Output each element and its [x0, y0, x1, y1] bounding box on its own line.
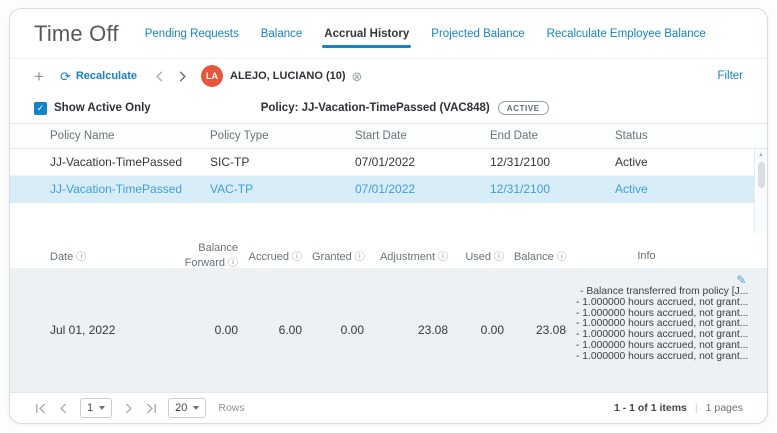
- vertical-scrollbar[interactable]: ▲: [754, 149, 767, 233]
- column-status: Status: [615, 130, 648, 142]
- info-icon[interactable]: ⓘ: [292, 252, 302, 263]
- tab-balance[interactable]: Balance: [261, 28, 303, 40]
- filter-button[interactable]: Filter: [717, 70, 743, 82]
- policy-name-cell: JJ-Vacation-TimePassed: [50, 182, 183, 196]
- status-cell: Active: [615, 182, 648, 196]
- date-cell: Jul 01, 2022: [50, 323, 116, 337]
- policy-label: Policy: JJ-Vacation-TimePassed (VAC848): [260, 102, 490, 114]
- scrollbar-thumb[interactable]: [757, 162, 765, 188]
- info-line: - 1.000000 hours accrued, not grant...: [576, 350, 749, 362]
- column-date: Date ⓘ: [50, 251, 87, 263]
- info-line: - 1.000000 hours accrued, not grant...: [576, 296, 749, 308]
- end-date-cell: 12/31/2100: [490, 155, 551, 169]
- info-icon[interactable]: ⓘ: [494, 252, 504, 263]
- summary-separator: |: [694, 402, 698, 414]
- tab-accrual-history[interactable]: Accrual History: [322, 28, 412, 48]
- used-cell: 0.00: [480, 323, 504, 337]
- last-page-icon[interactable]: [145, 402, 158, 415]
- policy-type-cell: VAC-TP: [210, 182, 254, 196]
- chevron-right-icon[interactable]: [176, 70, 189, 83]
- recalculate-label: Recalculate: [75, 70, 137, 82]
- pagination-bar: 1 20 Rows 1 - 1 of 1 items | 1 pages: [10, 392, 767, 423]
- column-balance: Balance ⓘ: [514, 251, 567, 263]
- start-date-cell: 07/01/2022: [355, 182, 416, 196]
- avatar: LA: [201, 65, 223, 87]
- tab-projected-balance[interactable]: Projected Balance: [431, 28, 524, 40]
- info-icon[interactable]: ⓘ: [355, 252, 365, 263]
- chevron-down-icon: [193, 406, 200, 410]
- balance-cell: 23.08: [535, 323, 566, 337]
- next-page-icon[interactable]: [122, 402, 135, 415]
- info-icon[interactable]: ⓘ: [438, 252, 448, 263]
- recalculate-button[interactable]: ⟳ Recalculate: [60, 70, 137, 83]
- status-cell: Active: [615, 155, 648, 169]
- column-balance-forward: Balance Forward ⓘ: [184, 242, 238, 269]
- tab-bar: Pending Requests Balance Accrual History…: [145, 28, 706, 48]
- employee-nav: [153, 70, 189, 83]
- add-icon[interactable]: +: [34, 68, 44, 85]
- scroll-up-icon[interactable]: ▲: [758, 149, 764, 158]
- active-status-badge: ACTIVE: [497, 101, 549, 115]
- pagination-summary: 1 - 1 of 1 items | 1 pages: [614, 402, 743, 414]
- page-select-value: 1: [87, 402, 94, 414]
- remove-employee-icon[interactable]: ⊗: [352, 70, 363, 83]
- info-cell: ✎ - Balance transferred from policy [J..…: [576, 268, 767, 392]
- chevron-left-icon[interactable]: [153, 70, 166, 83]
- policy-name-cell: JJ-Vacation-TimePassed: [50, 155, 183, 169]
- column-end-date: End Date: [490, 130, 538, 142]
- pages-count: 1 pages: [705, 402, 743, 414]
- column-info: Info: [637, 249, 656, 262]
- column-start-date: Start Date: [355, 130, 407, 142]
- info-icon[interactable]: ⓘ: [557, 252, 567, 263]
- show-active-label: Show Active Only: [54, 102, 151, 114]
- previous-page-icon[interactable]: [57, 402, 70, 415]
- toolbar: + ⟳ Recalculate LA ALEJO, LUCIANO (10) ⊗…: [10, 59, 767, 93]
- table-row[interactable]: JJ-Vacation-TimePassed SIC-TP 07/01/2022…: [10, 149, 767, 176]
- adjustment-cell: 23.08: [417, 323, 448, 337]
- items-count: 1 - 1 of 1 items: [613, 402, 687, 414]
- policy-table-body: JJ-Vacation-TimePassed SIC-TP 07/01/2022…: [10, 149, 767, 233]
- time-off-panel: Time Off Pending Requests Balance Accrua…: [9, 8, 768, 424]
- show-active-checkbox[interactable]: ✓: [34, 101, 47, 115]
- refresh-icon: ⟳: [59, 68, 71, 84]
- page-size-value: 20: [175, 402, 188, 414]
- table-row-selected[interactable]: JJ-Vacation-TimePassed VAC-TP 07/01/2022…: [10, 176, 767, 203]
- column-granted: Granted ⓘ: [312, 251, 365, 263]
- balance-forward-cell: 0.00: [214, 323, 238, 337]
- info-icon[interactable]: ⓘ: [76, 252, 86, 263]
- accrued-cell: 6.00: [278, 323, 302, 337]
- tab-pending-requests[interactable]: Pending Requests: [145, 28, 239, 40]
- check-icon: ✓: [36, 102, 45, 113]
- accrual-table-header: Date ⓘ Balance Forward ⓘ Accrued ⓘ Granted ⓘ…: [10, 242, 767, 269]
- column-policy-name: Policy Name: [50, 130, 115, 142]
- first-page-icon[interactable]: [34, 402, 47, 415]
- end-date-cell: 12/31/2100: [490, 182, 551, 196]
- policy-type-cell: SIC-TP: [210, 155, 250, 169]
- chevron-down-icon: [99, 406, 106, 410]
- tab-recalculate-employee-balance[interactable]: Recalculate Employee Balance: [547, 28, 706, 40]
- column-accrued: Accrued ⓘ: [248, 251, 302, 263]
- column-policy-type: Policy Type: [210, 130, 269, 142]
- granted-cell: 0.00: [340, 323, 364, 337]
- page-size-select[interactable]: 20: [168, 398, 207, 418]
- filter-row: ✓ Show Active Only Policy: JJ-Vacation-T…: [10, 93, 767, 123]
- header: Time Off Pending Requests Balance Accrua…: [10, 9, 767, 59]
- column-adjustment: Adjustment ⓘ: [379, 251, 448, 263]
- accrual-table-row: Jul 01, 2022 0.00 6.00 0.00 23.08 0.00 2…: [10, 268, 767, 392]
- page-select[interactable]: 1: [80, 398, 113, 418]
- employee-name: ALEJO, LUCIANO (10): [230, 70, 346, 82]
- policy-table-header: Policy Name Policy Type Start Date End D…: [10, 123, 767, 149]
- start-date-cell: 07/01/2022: [355, 155, 416, 169]
- column-used: Used ⓘ: [465, 251, 504, 263]
- page-title: Time Off: [34, 20, 119, 46]
- rows-label: Rows: [218, 402, 245, 414]
